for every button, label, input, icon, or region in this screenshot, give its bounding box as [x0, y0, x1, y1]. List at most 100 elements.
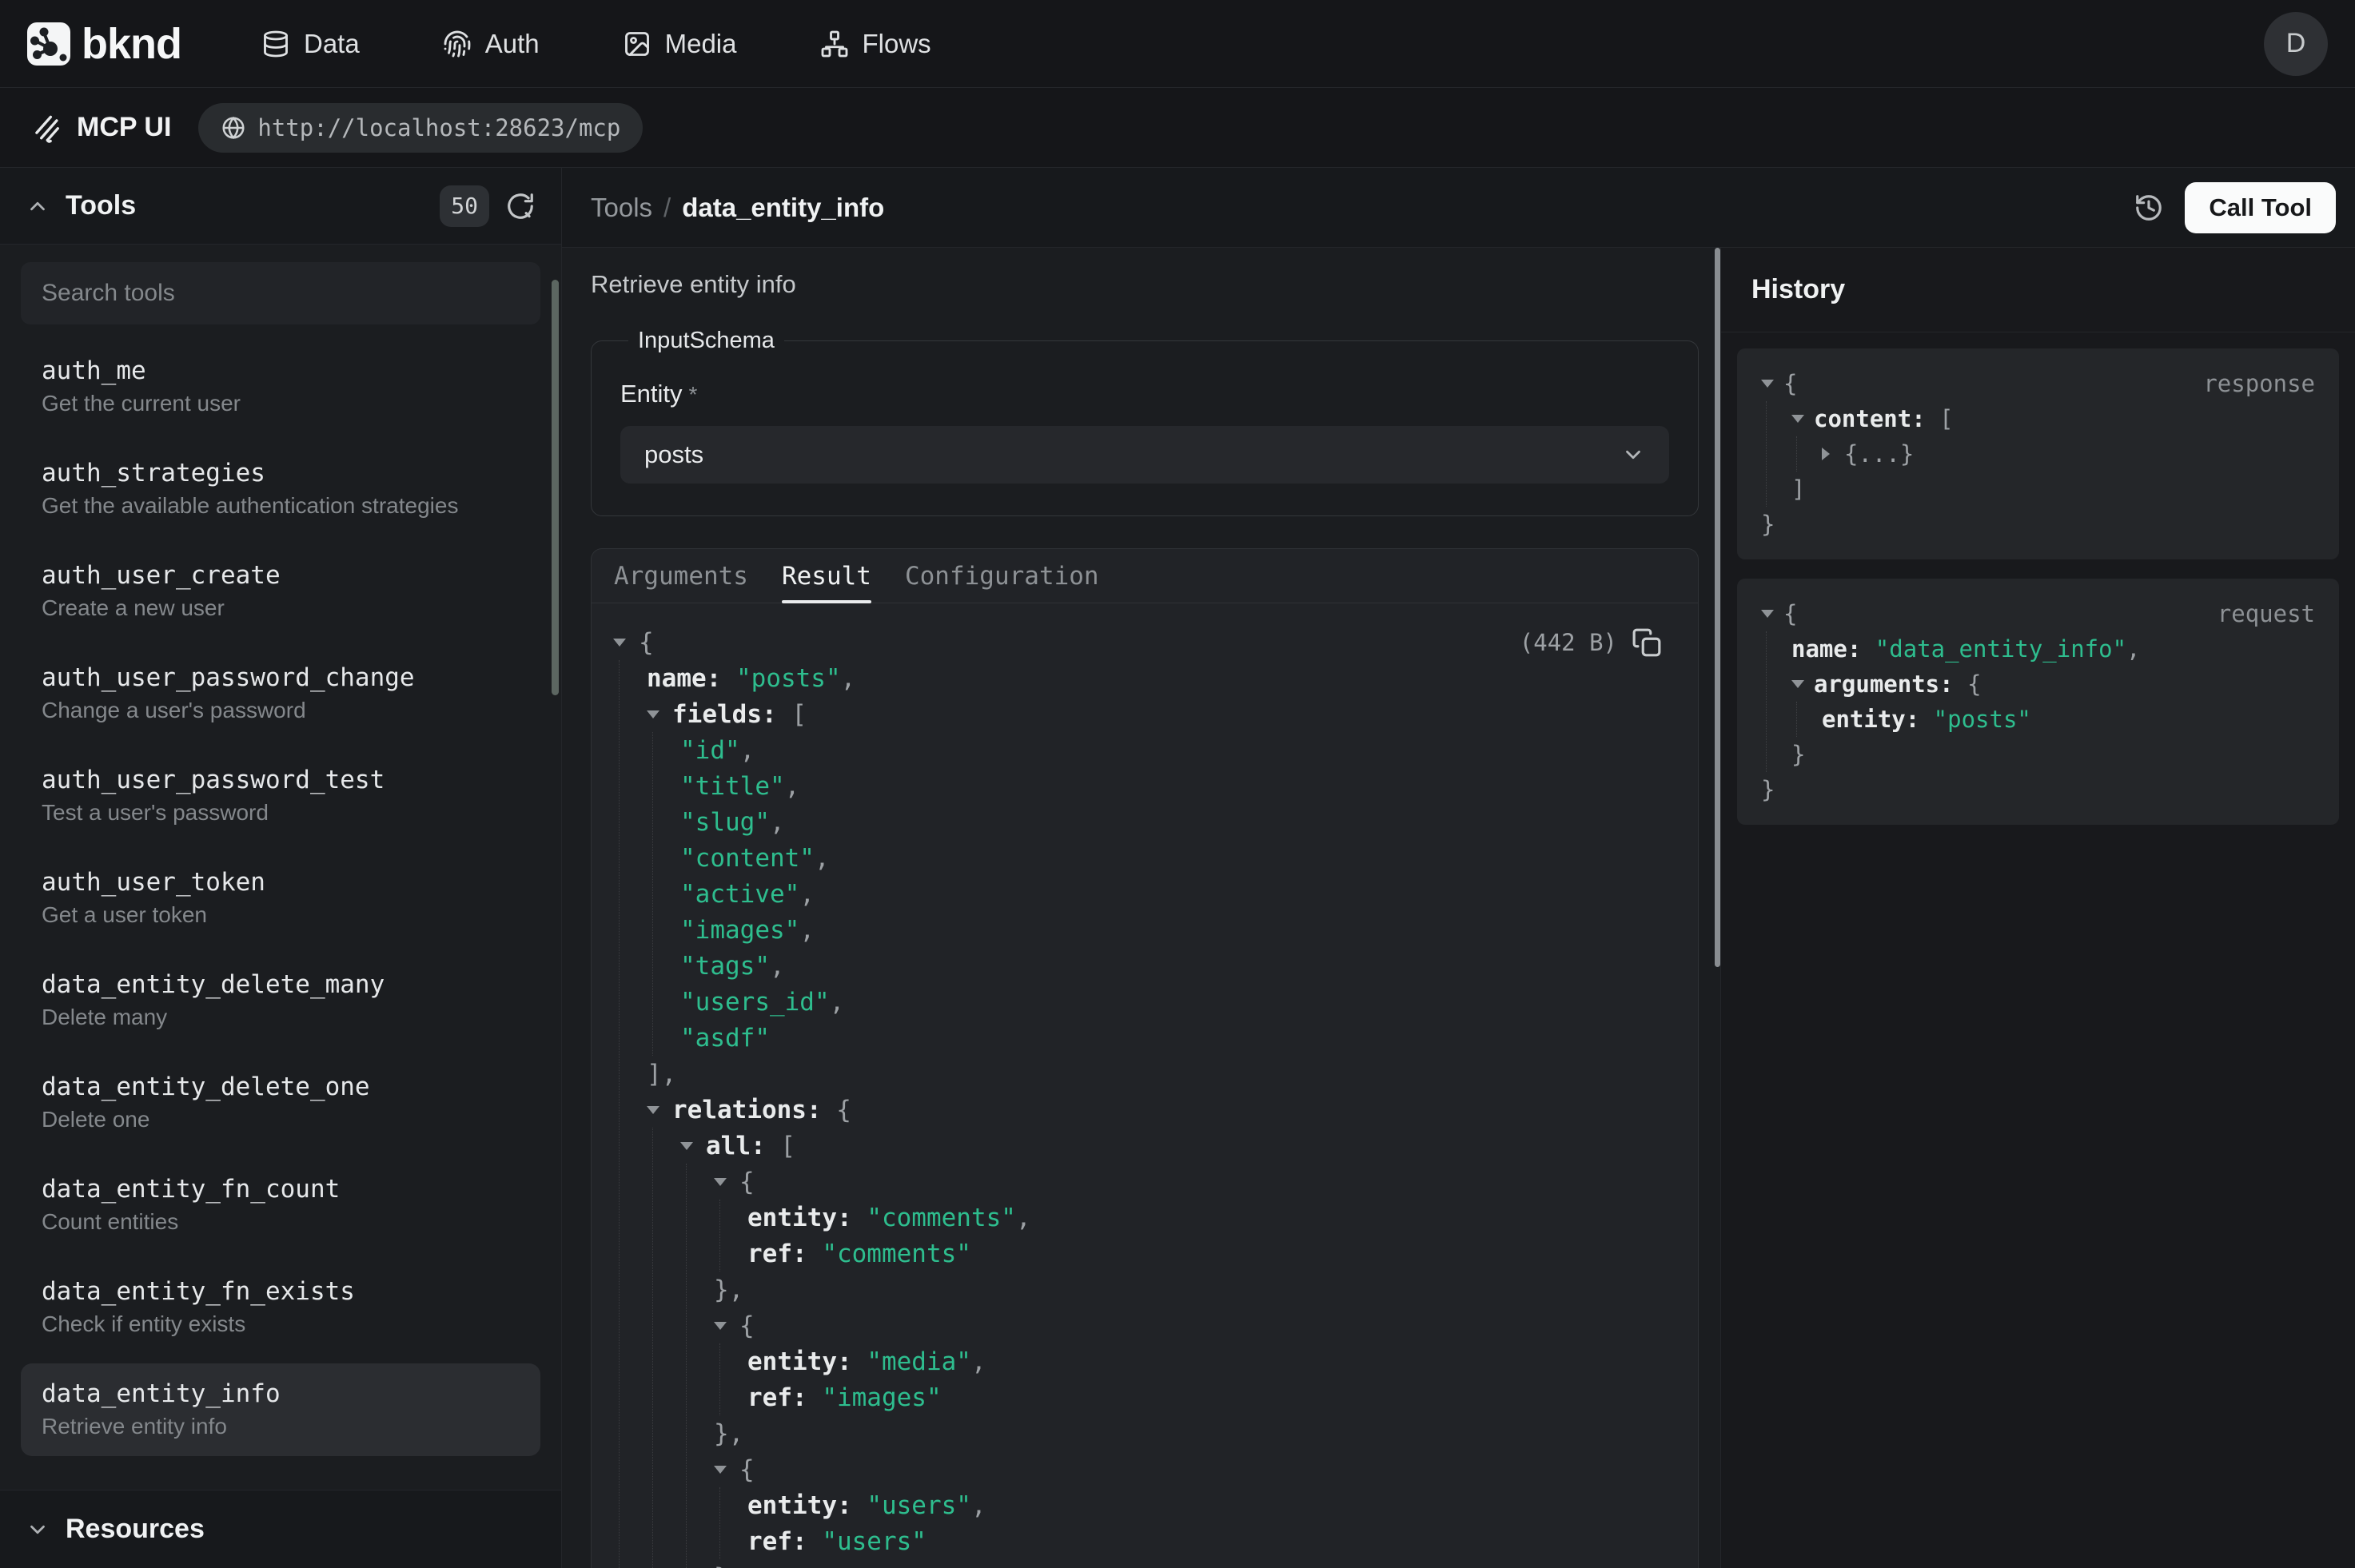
json-line: { [714, 1307, 1662, 1343]
json-line: all: [ [680, 1128, 1662, 1164]
json-line: {...} [1822, 436, 2315, 472]
collapse-tools-icon[interactable] [26, 194, 50, 218]
sidebar-tool-item-auth_user_password_change[interactable]: auth_user_password_changeChange a user's… [21, 647, 540, 740]
json-line: "title", [680, 768, 1662, 804]
history-header: History [1721, 248, 2355, 332]
tools-section-title: Tools [66, 190, 136, 221]
caret-right-icon[interactable] [1822, 448, 1844, 460]
tools-section-header[interactable]: Tools 50 [0, 168, 561, 245]
history-icon[interactable] [2134, 193, 2164, 223]
json-line: {response [1761, 366, 2315, 401]
json-line: ref: "comments" [747, 1236, 1662, 1272]
caret-down-icon[interactable] [680, 1142, 706, 1150]
json-line: { [714, 1164, 1662, 1200]
nav-item-label: Auth [485, 29, 540, 59]
history-panel: History {responsecontent: [{...}]}{reque… [1720, 248, 2355, 1568]
user-avatar[interactable]: D [2264, 12, 2328, 76]
result-size-label: (442 B) [1520, 629, 1617, 656]
resources-section-title: Resources [66, 1514, 205, 1545]
bknd-logo[interactable]: bknd [27, 19, 181, 69]
json-line: } [1761, 507, 2315, 542]
caret-down-icon[interactable] [714, 1466, 739, 1474]
sidebar-tool-item-auth_me[interactable]: auth_meGet the current user [21, 340, 540, 433]
sidebar-tool-item-auth_user_create[interactable]: auth_user_createCreate a new user [21, 545, 540, 638]
chevron-down-icon [1621, 443, 1645, 467]
nav-item-data[interactable]: Data [261, 29, 360, 59]
nav-item-label: Flows [863, 29, 931, 59]
indent-guide [619, 660, 620, 1568]
json-line: name: "posts", [647, 660, 1662, 696]
sidebar-tool-item-data_entity_info[interactable]: data_entity_infoRetrieve entity info [21, 1363, 540, 1456]
json-line: ] [1791, 472, 2315, 507]
copy-icon[interactable] [1632, 627, 1662, 658]
brand-name: bknd [82, 19, 181, 69]
sidebar-tool-item-auth_strategies[interactable]: auth_strategiesGet the available authent… [21, 443, 540, 535]
sidebar-tool-item-data_entity_fn_exists[interactable]: data_entity_fn_existsCheck if entity exi… [21, 1261, 540, 1354]
json-line: { [714, 1451, 1662, 1487]
caret-down-icon[interactable] [714, 1322, 739, 1330]
tab-configuration[interactable]: Configuration [905, 549, 1099, 603]
json-line: }, [714, 1415, 1662, 1451]
caret-down-icon[interactable] [1791, 415, 1814, 423]
expand-resources-icon[interactable] [26, 1518, 50, 1542]
mcp-title: MCP UI [77, 112, 171, 143]
main-scrollbar-thumb[interactable] [1715, 248, 1720, 967]
caret-down-icon[interactable] [647, 710, 672, 718]
refresh-tools-icon[interactable] [505, 191, 536, 221]
json-line: } [1761, 772, 2315, 807]
sidebar-tool-item-auth_user_token[interactable]: auth_user_tokenGet a user token [21, 852, 540, 945]
avatar-initial: D [2286, 28, 2306, 59]
breadcrumb: Tools / data_entity_info [591, 193, 884, 223]
tools-count-badge: 50 [440, 185, 489, 227]
bknd-logo-icon [27, 22, 70, 66]
indent-guide [652, 1128, 653, 1568]
caret-down-icon[interactable] [714, 1178, 739, 1186]
tool-description: Delete one [42, 1106, 520, 1133]
json-line: } [1791, 737, 2315, 772]
history-card-request[interactable]: {requestname: "data_entity_info",argumen… [1737, 579, 2339, 825]
caret-down-icon[interactable] [613, 639, 639, 647]
nav-item-media[interactable]: Media [623, 29, 737, 59]
input-schema-fieldset: InputSchema Entity* posts [591, 328, 1699, 516]
tool-name: auth_user_token [42, 866, 520, 898]
tool-description: Get the available authentication strateg… [42, 492, 520, 519]
resources-section-header[interactable]: Resources [0, 1490, 561, 1568]
breadcrumb-section[interactable]: Tools [591, 193, 652, 223]
caret-down-icon[interactable] [1761, 380, 1783, 388]
indent-guide [686, 1164, 687, 1568]
mcp-url-pill[interactable]: http://localhost:28623/mcp [198, 103, 643, 153]
tab-arguments[interactable]: Arguments [614, 549, 748, 603]
sidebar-tool-item-auth_user_password_test[interactable]: auth_user_password_testTest a user's pas… [21, 750, 540, 842]
caret-down-icon[interactable] [1791, 680, 1814, 688]
caret-down-icon[interactable] [1761, 610, 1783, 618]
required-mark: * [689, 382, 698, 407]
indent-guide [652, 732, 653, 1056]
indent-guide [1796, 702, 1797, 737]
tab-result[interactable]: Result [782, 549, 871, 603]
search-input[interactable] [21, 262, 540, 324]
sidebar-tool-item-data_entity_delete_one[interactable]: data_entity_delete_oneDelete one [21, 1057, 540, 1149]
entity-select[interactable]: posts [620, 426, 1669, 484]
tool-description: Check if entity exists [42, 1311, 520, 1338]
sidebar-tool-item-data_entity_fn_count[interactable]: data_entity_fn_countCount entities [21, 1159, 540, 1252]
database-icon [261, 30, 290, 58]
tool-name: auth_user_create [42, 559, 520, 591]
tool-detail-panel: Retrieve entity info InputSchema Entity*… [562, 248, 1720, 1568]
tools-sidebar: Tools 50 auth_meGet the current userauth… [0, 168, 562, 1568]
history-list: {responsecontent: [{...}]}{requestname: … [1721, 332, 2355, 844]
history-card-response[interactable]: {responsecontent: [{...}]} [1737, 348, 2339, 559]
workflow-icon [820, 30, 849, 58]
sidebar-tool-item-data_entity_delete_many[interactable]: data_entity_delete_manyDelete many [21, 954, 540, 1047]
tool-name: auth_me [42, 355, 520, 387]
history-title: History [1751, 274, 1845, 305]
tool-name: data_entity_delete_many [42, 969, 520, 1001]
json-line: ref: "users" [747, 1523, 1662, 1559]
sidebar-scrollbar-thumb[interactable] [552, 280, 559, 695]
json-line: name: "data_entity_info", [1791, 631, 2315, 667]
caret-down-icon[interactable] [647, 1106, 672, 1114]
nav-item-auth[interactable]: Auth [443, 29, 540, 59]
main-nav: Data Auth Media Flows [261, 29, 931, 59]
call-tool-button[interactable]: Call Tool [2185, 182, 2336, 233]
image-icon [623, 30, 652, 58]
nav-item-flows[interactable]: Flows [820, 29, 931, 59]
